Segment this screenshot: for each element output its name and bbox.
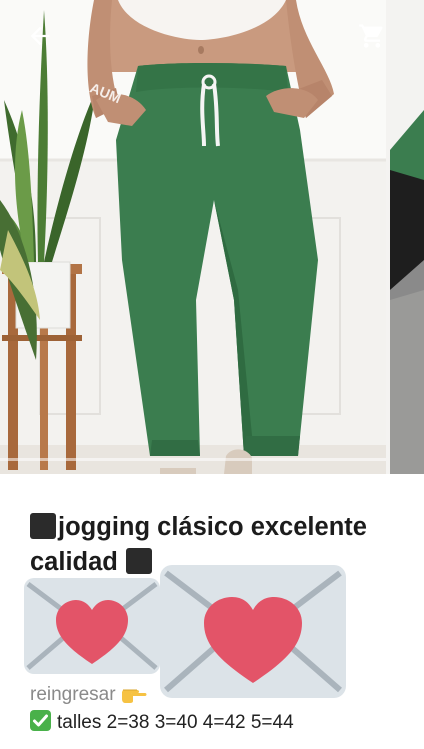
check-box-icon — [30, 710, 51, 731]
arrow-left-icon — [30, 26, 50, 46]
black-square-icon — [30, 513, 56, 539]
pointing-hand-icon — [121, 689, 147, 703]
envelope-heart-icon — [160, 565, 346, 698]
description-text: talles 2=38 3=40 4=42 5=44 — [57, 712, 294, 733]
back-button[interactable] — [18, 14, 62, 58]
description-line: talles 2=38 3=40 4=42 5=44 — [30, 710, 294, 735]
black-square-icon — [125, 548, 152, 574]
product-image-carousel[interactable]: AUM — [0, 0, 424, 474]
image-position-indicator — [0, 458, 386, 461]
description-line: reingresar — [30, 683, 147, 707]
envelope-heart-icon — [24, 578, 160, 674]
cart-button[interactable] — [350, 14, 394, 58]
next-product-photo-peek[interactable] — [390, 0, 424, 474]
description-text: reingresar — [30, 684, 116, 705]
product-photo[interactable]: AUM — [0, 0, 386, 474]
cart-icon — [359, 24, 383, 48]
